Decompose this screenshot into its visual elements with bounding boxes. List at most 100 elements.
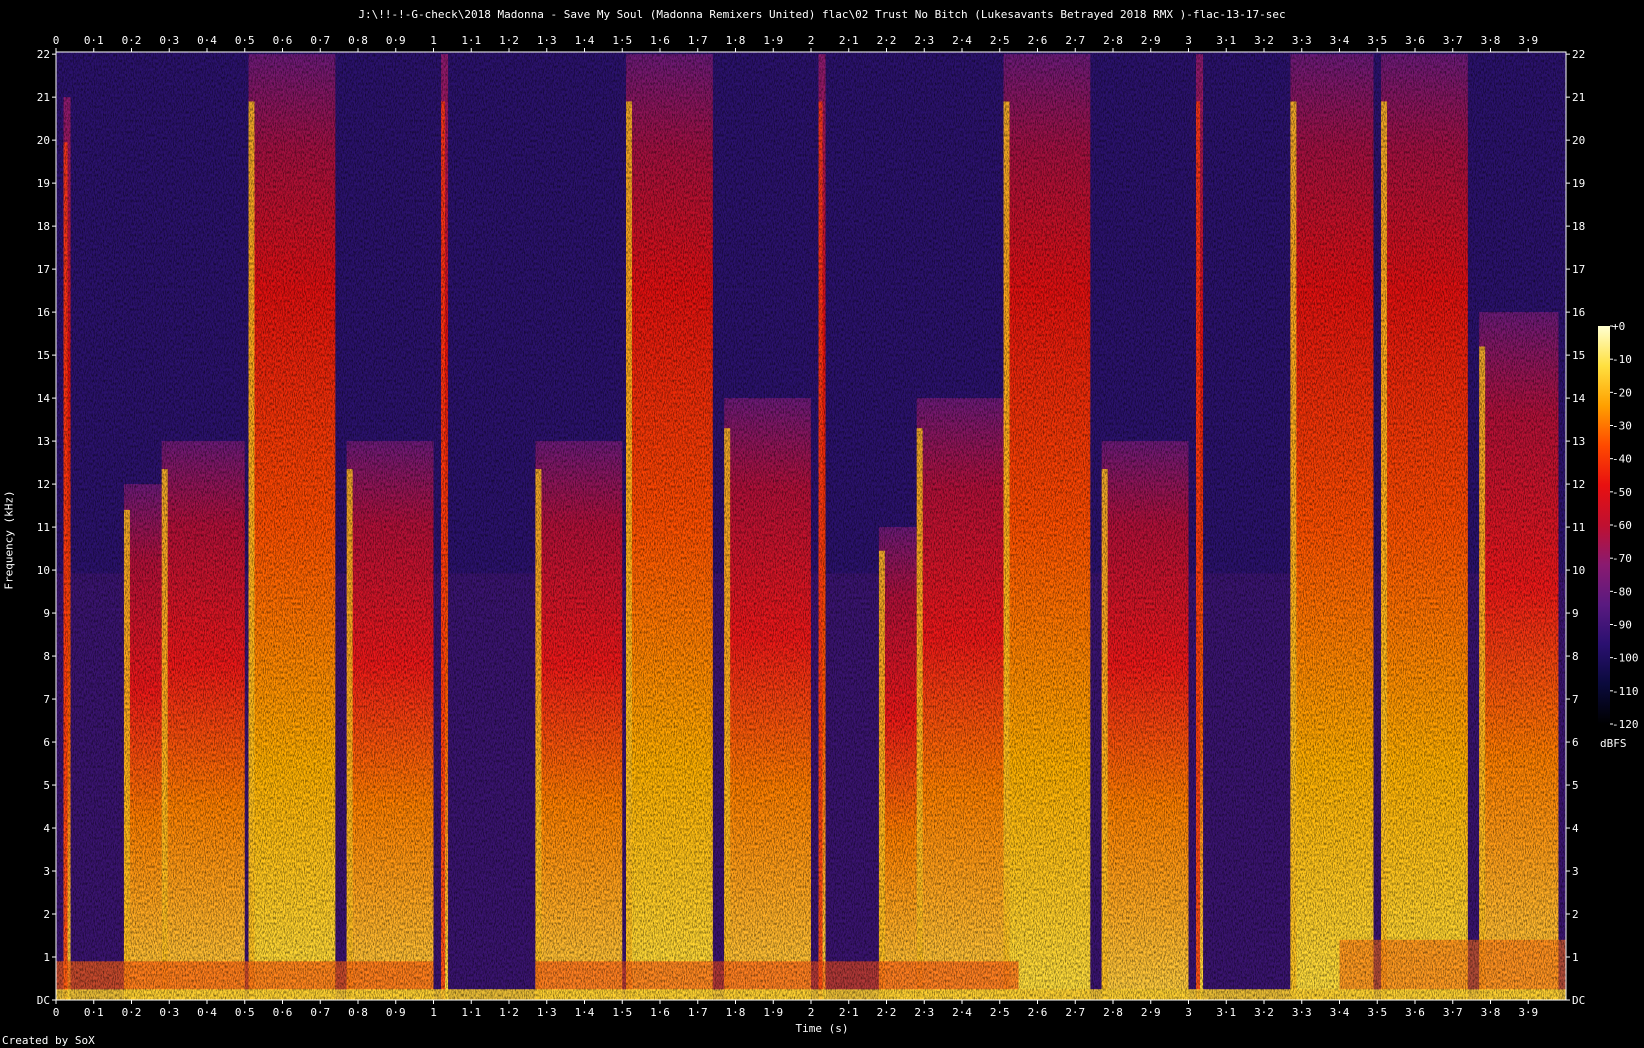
y-tick-label-left: 19 (37, 177, 50, 190)
x-tick-label-bottom: 3·6 (1405, 1006, 1425, 1019)
x-tick-label-top: 1·5 (612, 34, 632, 47)
y-tick-label-right: 8 (1572, 650, 1579, 663)
colorbar-tick-label: -50 (1612, 486, 1632, 499)
y-tick-label-right: 10 (1572, 564, 1585, 577)
y-tick-label-left: 14 (37, 392, 51, 405)
grain-texture (56, 52, 1566, 1000)
x-tick-label-top: 0·4 (197, 34, 217, 47)
x-tick-label-bottom: 3·4 (1330, 1006, 1350, 1019)
x-tick-label-top: 0·5 (235, 34, 255, 47)
x-tick-label-top: 0·7 (310, 34, 330, 47)
x-tick-label-top: 1·8 (726, 34, 746, 47)
x-tick-label-bottom: 3 (1185, 1006, 1192, 1019)
x-tick-label-bottom: 2·2 (877, 1006, 897, 1019)
x-tick-label-top: 0·2 (122, 34, 142, 47)
x-tick-label-bottom: 0·5 (235, 1006, 255, 1019)
y-tick-label-right: 7 (1572, 693, 1579, 706)
x-tick-label-top: 1·9 (763, 34, 783, 47)
colorbar: +0 -10 -20 -30 -40 -50 -60 -70 -80 -90 -100 -110 -12… (1598, 320, 1639, 731)
colorbar-tick-label: -60 (1612, 519, 1632, 532)
y-tick-label-right: 17 (1572, 263, 1585, 276)
x-tick-label-top: 3 (1185, 34, 1192, 47)
x-tick-label-top: 2·4 (952, 34, 972, 47)
colorbar-tick-label: -100 (1612, 652, 1639, 665)
y-tick-label-left: DC (37, 994, 50, 1007)
x-tick-label-top: 0·6 (273, 34, 293, 47)
x-tick-label-bottom: 3·5 (1367, 1006, 1387, 1019)
y-tick-label-left: 22 (37, 48, 50, 61)
x-tick-label-top: 0·8 (348, 34, 368, 47)
x-tick-label-top: 2·7 (1065, 34, 1085, 47)
x-tick-label-bottom: 0·3 (159, 1006, 179, 1019)
y-tick-label-left: 10 (37, 564, 50, 577)
x-tick-label-bottom: 0·6 (273, 1006, 293, 1019)
x-tick-label-top: 1 (430, 34, 437, 47)
x-tick-label-top: 3·5 (1367, 34, 1387, 47)
x-tick-label-bottom: 0·4 (197, 1006, 217, 1019)
y-tick-label-left: 13 (37, 435, 50, 448)
x-tick-label-top: 0·3 (159, 34, 179, 47)
y-tick-label-left: 20 (37, 134, 50, 147)
x-tick-label-top: 3·6 (1405, 34, 1425, 47)
colorbar-tick-label: -20 (1612, 386, 1632, 399)
x-tick-label-bottom: 2·3 (914, 1006, 934, 1019)
y-tick-label-left: 11 (37, 521, 50, 534)
x-tick-label-top: 0·1 (84, 34, 104, 47)
y-tick-label-right: 1 (1572, 951, 1579, 964)
colorbar-tick-label: -40 (1612, 453, 1632, 466)
credit-text: Created by SoX (2, 1034, 95, 1047)
x-tick-label-top: 3·4 (1330, 34, 1350, 47)
y-tick-label-left: 12 (37, 478, 50, 491)
x-tick-label-top: 3·8 (1481, 34, 1501, 47)
x-tick-label-top: 1·7 (688, 34, 708, 47)
x-tick-label-bottom: 3·8 (1481, 1006, 1501, 1019)
y-tick-label-left: 16 (37, 306, 50, 319)
y-tick-label-left: 1 (43, 951, 50, 964)
x-tick-label-top: 2·5 (990, 34, 1010, 47)
y-tick-label-right: 11 (1572, 521, 1585, 534)
y-tick-label-left: 4 (43, 822, 50, 835)
y-tick-label-right: 13 (1572, 435, 1585, 448)
colorbar-tick-label: -70 (1612, 552, 1632, 565)
x-tick-label-top: 2·8 (1103, 34, 1123, 47)
x-tick-label-top: 3·9 (1518, 34, 1538, 47)
x-tick-label-top: 2 (808, 34, 815, 47)
x-tick-label-top: 0 (53, 34, 60, 47)
y-tick-label-left: 18 (37, 220, 50, 233)
x-tick-label-top: 1·3 (537, 34, 557, 47)
x-tick-label-top: 3·3 (1292, 34, 1312, 47)
x-tick-label-top: 2·1 (839, 34, 859, 47)
x-tick-label-bottom: 0·7 (310, 1006, 330, 1019)
x-tick-label-bottom: 0·9 (386, 1006, 406, 1019)
colorbar-tick-label: -80 (1612, 585, 1632, 598)
x-tick-label-bottom: 3·1 (1216, 1006, 1236, 1019)
y-tick-label-left: 9 (43, 607, 50, 620)
y-tick-label-right: 15 (1572, 349, 1585, 362)
y-tick-label-right: 2 (1572, 908, 1579, 921)
y-tick-label-right: DC (1572, 994, 1585, 1007)
x-tick-label-bottom: 1·2 (499, 1006, 519, 1019)
colorbar-tick-label: -30 (1612, 420, 1632, 433)
x-tick-label-top: 3·2 (1254, 34, 1274, 47)
x-tick-label-bottom: 2 (808, 1006, 815, 1019)
y-tick-label-right: 4 (1572, 822, 1579, 835)
x-tick-label-bottom: 0·2 (122, 1006, 142, 1019)
x-tick-label-bottom: 3·7 (1443, 1006, 1463, 1019)
y-tick-label-right: 3 (1572, 865, 1579, 878)
colorbar-unit-label: dBFS (1600, 737, 1627, 750)
x-tick-label-bottom: 1·1 (461, 1006, 481, 1019)
y-tick-label-right: 14 (1572, 392, 1586, 405)
x-tick-label-top: 2·2 (877, 34, 897, 47)
x-tick-label-bottom: 0·8 (348, 1006, 368, 1019)
x-tick-label-top: 3·1 (1216, 34, 1236, 47)
x-tick-label-bottom: 2·1 (839, 1006, 859, 1019)
x-tick-label-top: 1·4 (575, 34, 595, 47)
x-tick-label-bottom: 1·4 (575, 1006, 595, 1019)
x-tick-label-bottom: 1·3 (537, 1006, 557, 1019)
x-tick-label-top: 1·1 (461, 34, 481, 47)
x-tick-label-bottom: 1·8 (726, 1006, 746, 1019)
y-tick-label-right: 19 (1572, 177, 1585, 190)
y-tick-label-right: 9 (1572, 607, 1579, 620)
y-tick-label-left: 2 (43, 908, 50, 921)
x-tick-label-bottom: 2·5 (990, 1006, 1010, 1019)
